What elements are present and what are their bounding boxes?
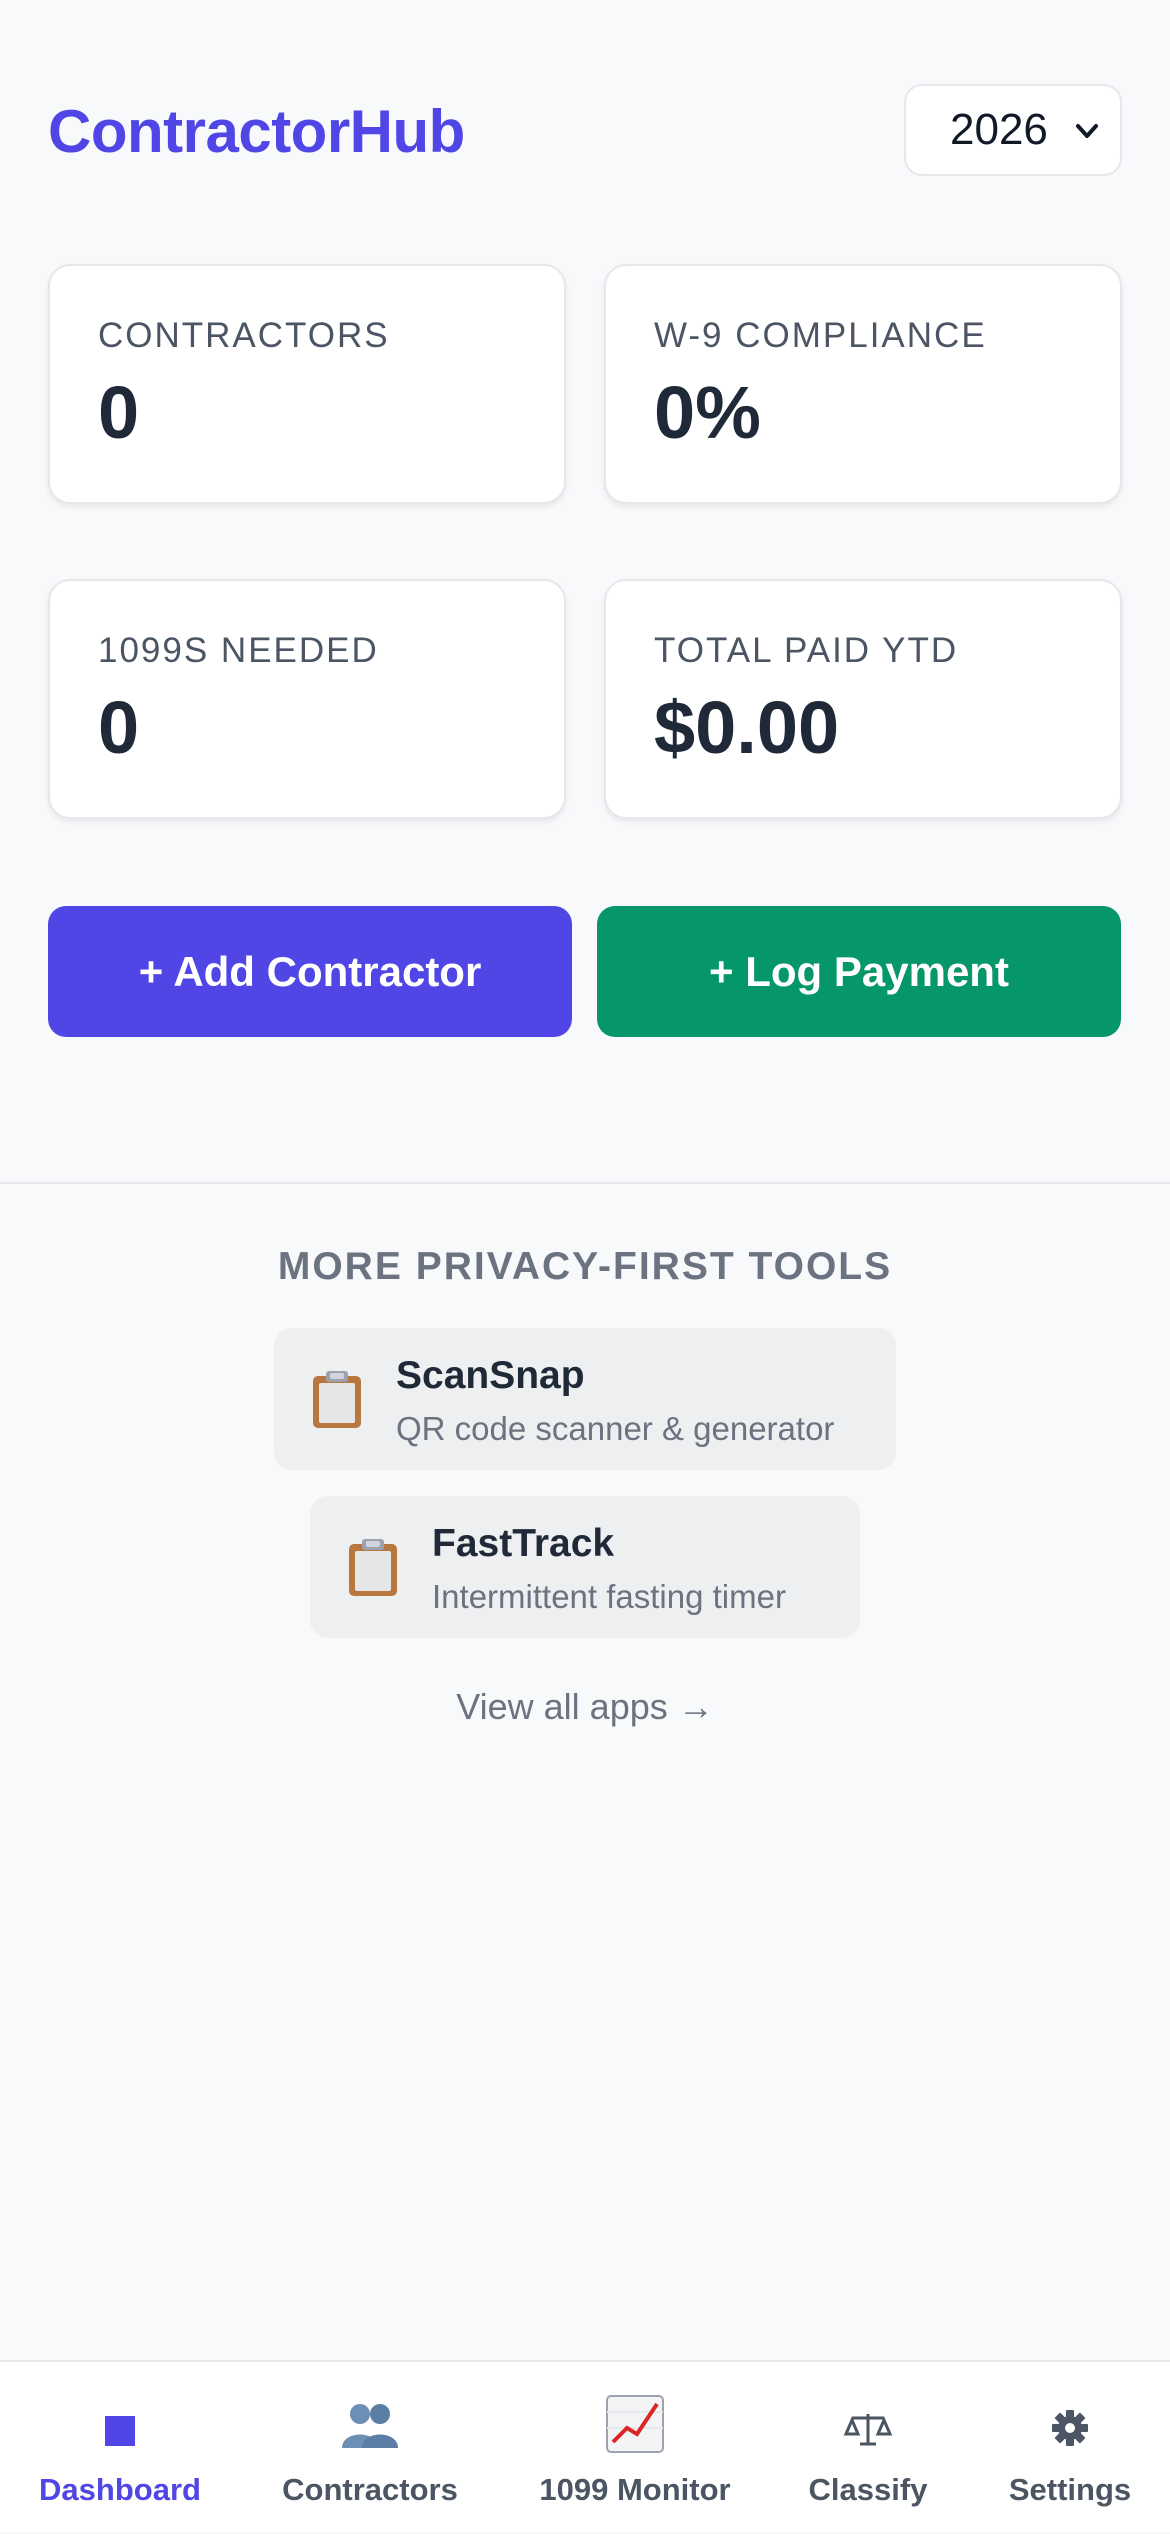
stat-card-total-paid-ytd: TOTAL PAID YTD $0.00 xyxy=(604,579,1122,819)
stat-card-contractors: CONTRACTORS 0 xyxy=(48,264,566,504)
stat-label: TOTAL PAID YTD xyxy=(654,631,959,670)
clipboard-icon xyxy=(349,1539,397,1596)
year-select[interactable]: 2026 xyxy=(904,84,1122,176)
tab-settings[interactable]: Settings xyxy=(970,2362,1170,2534)
tab-label: Classify xyxy=(808,2472,928,2507)
tab-contractors[interactable]: Contractors xyxy=(270,2362,470,2534)
chevron-down-icon xyxy=(1076,124,1098,138)
promo-app-description: Intermittent fasting timer xyxy=(432,1578,786,1615)
dashboard-square-icon xyxy=(105,2416,135,2446)
log-payment-button[interactable]: + Log Payment xyxy=(597,906,1121,1037)
promo-title: MORE PRIVACY-FIRST TOOLS xyxy=(277,1245,893,1288)
tab-label: 1099 Monitor xyxy=(539,2472,731,2507)
tab-1099-monitor[interactable]: 1099 Monitor xyxy=(520,2362,750,2534)
section-divider xyxy=(0,1182,1170,1184)
stat-card-w9-compliance: W-9 COMPLIANCE 0% xyxy=(604,264,1122,504)
promo-app-name: FastTrack xyxy=(432,1522,615,1565)
promo-app-card-scansnap[interactable]: ScanSnap QR code scanner & generator xyxy=(274,1328,896,1470)
tab-label: Dashboard xyxy=(39,2472,201,2507)
stat-value: 0 xyxy=(98,686,140,769)
tab-classify[interactable]: Classify xyxy=(770,2362,966,2534)
bottom-tab-bar: Dashboard Contractors 1099 Monitor Class… xyxy=(0,2360,1170,2532)
add-contractor-button[interactable]: + Add Contractor xyxy=(48,906,572,1037)
stat-card-1099s-needed: 1099S NEEDED 0 xyxy=(48,579,566,819)
year-select-value: 2026 xyxy=(950,105,1048,154)
promo-app-description: QR code scanner & generator xyxy=(396,1410,835,1447)
tab-dashboard[interactable]: Dashboard xyxy=(20,2362,220,2534)
app-title: ContractorHub xyxy=(48,98,465,165)
app-header: ContractorHub 2026 xyxy=(48,84,1122,180)
stat-label: CONTRACTORS xyxy=(98,316,390,355)
chart-increasing-icon xyxy=(606,2395,664,2453)
stat-value: $0.00 xyxy=(654,686,840,769)
view-all-apps-link[interactable]: View all apps → xyxy=(0,1686,1170,1728)
stat-label: W-9 COMPLIANCE xyxy=(654,316,987,355)
gear-icon xyxy=(1052,2410,1088,2446)
tab-label: Contractors xyxy=(282,2472,458,2507)
people-icon xyxy=(342,2404,398,2448)
clipboard-icon xyxy=(313,1371,361,1428)
promo-app-card-fasttrack[interactable]: FastTrack Intermittent fasting timer xyxy=(310,1496,860,1638)
tab-label: Settings xyxy=(1008,2472,1132,2507)
promo-app-name: ScanSnap xyxy=(396,1354,585,1397)
stat-label: 1099S NEEDED xyxy=(98,631,379,670)
stat-value: 0 xyxy=(98,371,140,454)
stat-value: 0% xyxy=(654,371,761,454)
balance-scale-icon xyxy=(843,2414,893,2446)
